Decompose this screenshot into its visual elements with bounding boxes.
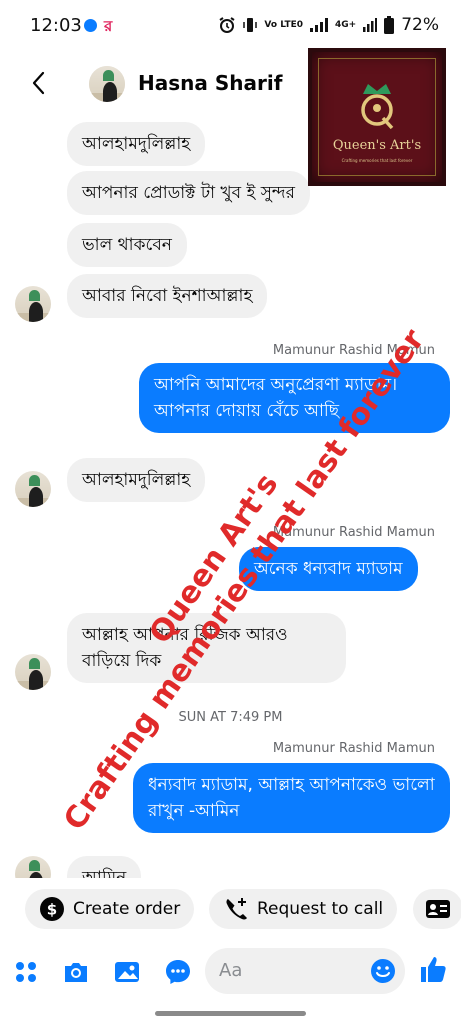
status-bar: 12:03 র Vo LTE0 4G+ 72% xyxy=(0,0,461,52)
message-composer: Aa xyxy=(0,942,461,1000)
logo-tagline: Crafting memories that last forever xyxy=(341,158,413,163)
message-bubble-incoming[interactable]: আবার নিবো ইনশাআল্লাহ xyxy=(67,274,268,318)
brand-logo: Queen's Art's Crafting memories that las… xyxy=(308,48,446,186)
request-call-label: Request to call xyxy=(257,899,384,919)
create-order-button[interactable]: $ Create order xyxy=(25,889,195,929)
status-icons: Vo LTE0 4G+ 72% xyxy=(218,15,439,35)
sender-name: Mamunur Rashid Mamun xyxy=(272,343,435,358)
date-separator: SUN AT 7:49 PM xyxy=(178,710,283,725)
contact-name[interactable]: Hasna Sharif xyxy=(138,71,282,95)
message-input[interactable]: Aa xyxy=(205,948,405,994)
message-bubble-incoming[interactable]: আপনার প্রোডাক্ট টা খুব ই সুন্দর xyxy=(67,171,310,215)
message-bubble-incoming[interactable]: আলহামদুলিল্লাহ xyxy=(67,458,206,502)
message-bubble-outgoing[interactable]: অনেক ধন্যবাদ ম্যাডাম xyxy=(239,547,418,591)
request-call-button[interactable]: Request to call xyxy=(209,889,398,929)
contact-card-icon xyxy=(426,900,450,918)
battery-percent: 72% xyxy=(401,15,439,35)
sender-name: Mamunur Rashid Mamun xyxy=(272,525,435,540)
create-order-label: Create order xyxy=(73,899,181,919)
voice-clip-icon[interactable] xyxy=(164,958,192,986)
message-bubble-outgoing[interactable]: আপনি আমাদের অনুপ্রেরণা ম্যাডাম। আপনার দো… xyxy=(139,363,450,433)
message-bubble-incoming[interactable]: ভাল থাকবেন xyxy=(67,223,187,267)
alarm-icon xyxy=(219,17,235,33)
sender-avatar[interactable] xyxy=(15,286,51,322)
svg-text:$: $ xyxy=(47,901,57,919)
menu-dots-icon[interactable] xyxy=(12,958,40,986)
gesture-nav-bar[interactable] xyxy=(155,1011,306,1016)
signal-icon-2 xyxy=(363,18,378,32)
phone-plus-icon xyxy=(226,898,247,920)
sender-name: Mamunur Rashid Mamun xyxy=(272,741,435,756)
message-thread[interactable]: আলহামদুলিল্লাহ আপনার প্রোডাক্ট টা খুব ই … xyxy=(0,116,461,878)
dollar-icon: $ xyxy=(40,897,64,921)
message-bubble-outgoing[interactable]: ধন্যবাদ ম্যাডাম, আল্লাহ আপনাকেও ভালো রাখ… xyxy=(133,763,450,833)
emoji-icon[interactable] xyxy=(370,958,396,984)
like-thumb-icon[interactable] xyxy=(418,954,448,984)
volte-label: Vo LTE0 xyxy=(264,19,303,30)
sender-avatar[interactable] xyxy=(15,471,51,507)
messenger-notification-icon xyxy=(84,19,97,32)
sender-avatar[interactable] xyxy=(15,856,51,878)
contact-avatar[interactable] xyxy=(89,66,125,102)
message-bubble-incoming[interactable]: আমিন xyxy=(67,856,142,878)
logo-title: Queen's Art's xyxy=(332,138,422,153)
message-bubble-incoming[interactable]: আল্লাহ আপনার রিজিক আরও বাড়িয়ে দিক xyxy=(67,613,346,683)
quick-actions-row: $ Create order Request to call xyxy=(0,886,461,932)
crown-q-icon xyxy=(361,84,394,130)
network-type: 4G+ xyxy=(335,19,357,30)
vibrate-icon xyxy=(243,18,258,32)
signal-icon xyxy=(310,18,328,32)
back-arrow-icon[interactable] xyxy=(26,68,52,98)
camera-icon[interactable] xyxy=(62,958,90,986)
sender-avatar[interactable] xyxy=(15,654,51,690)
message-bubble-incoming[interactable]: আলহামদুলিল্লাহ xyxy=(67,122,206,166)
battery-icon xyxy=(384,16,395,34)
message-input-placeholder: Aa xyxy=(219,960,243,981)
status-time: 12:03 xyxy=(30,15,82,36)
notification-glyph: র xyxy=(104,17,113,35)
contact-card-button[interactable] xyxy=(413,889,461,929)
gallery-icon[interactable] xyxy=(113,958,141,986)
